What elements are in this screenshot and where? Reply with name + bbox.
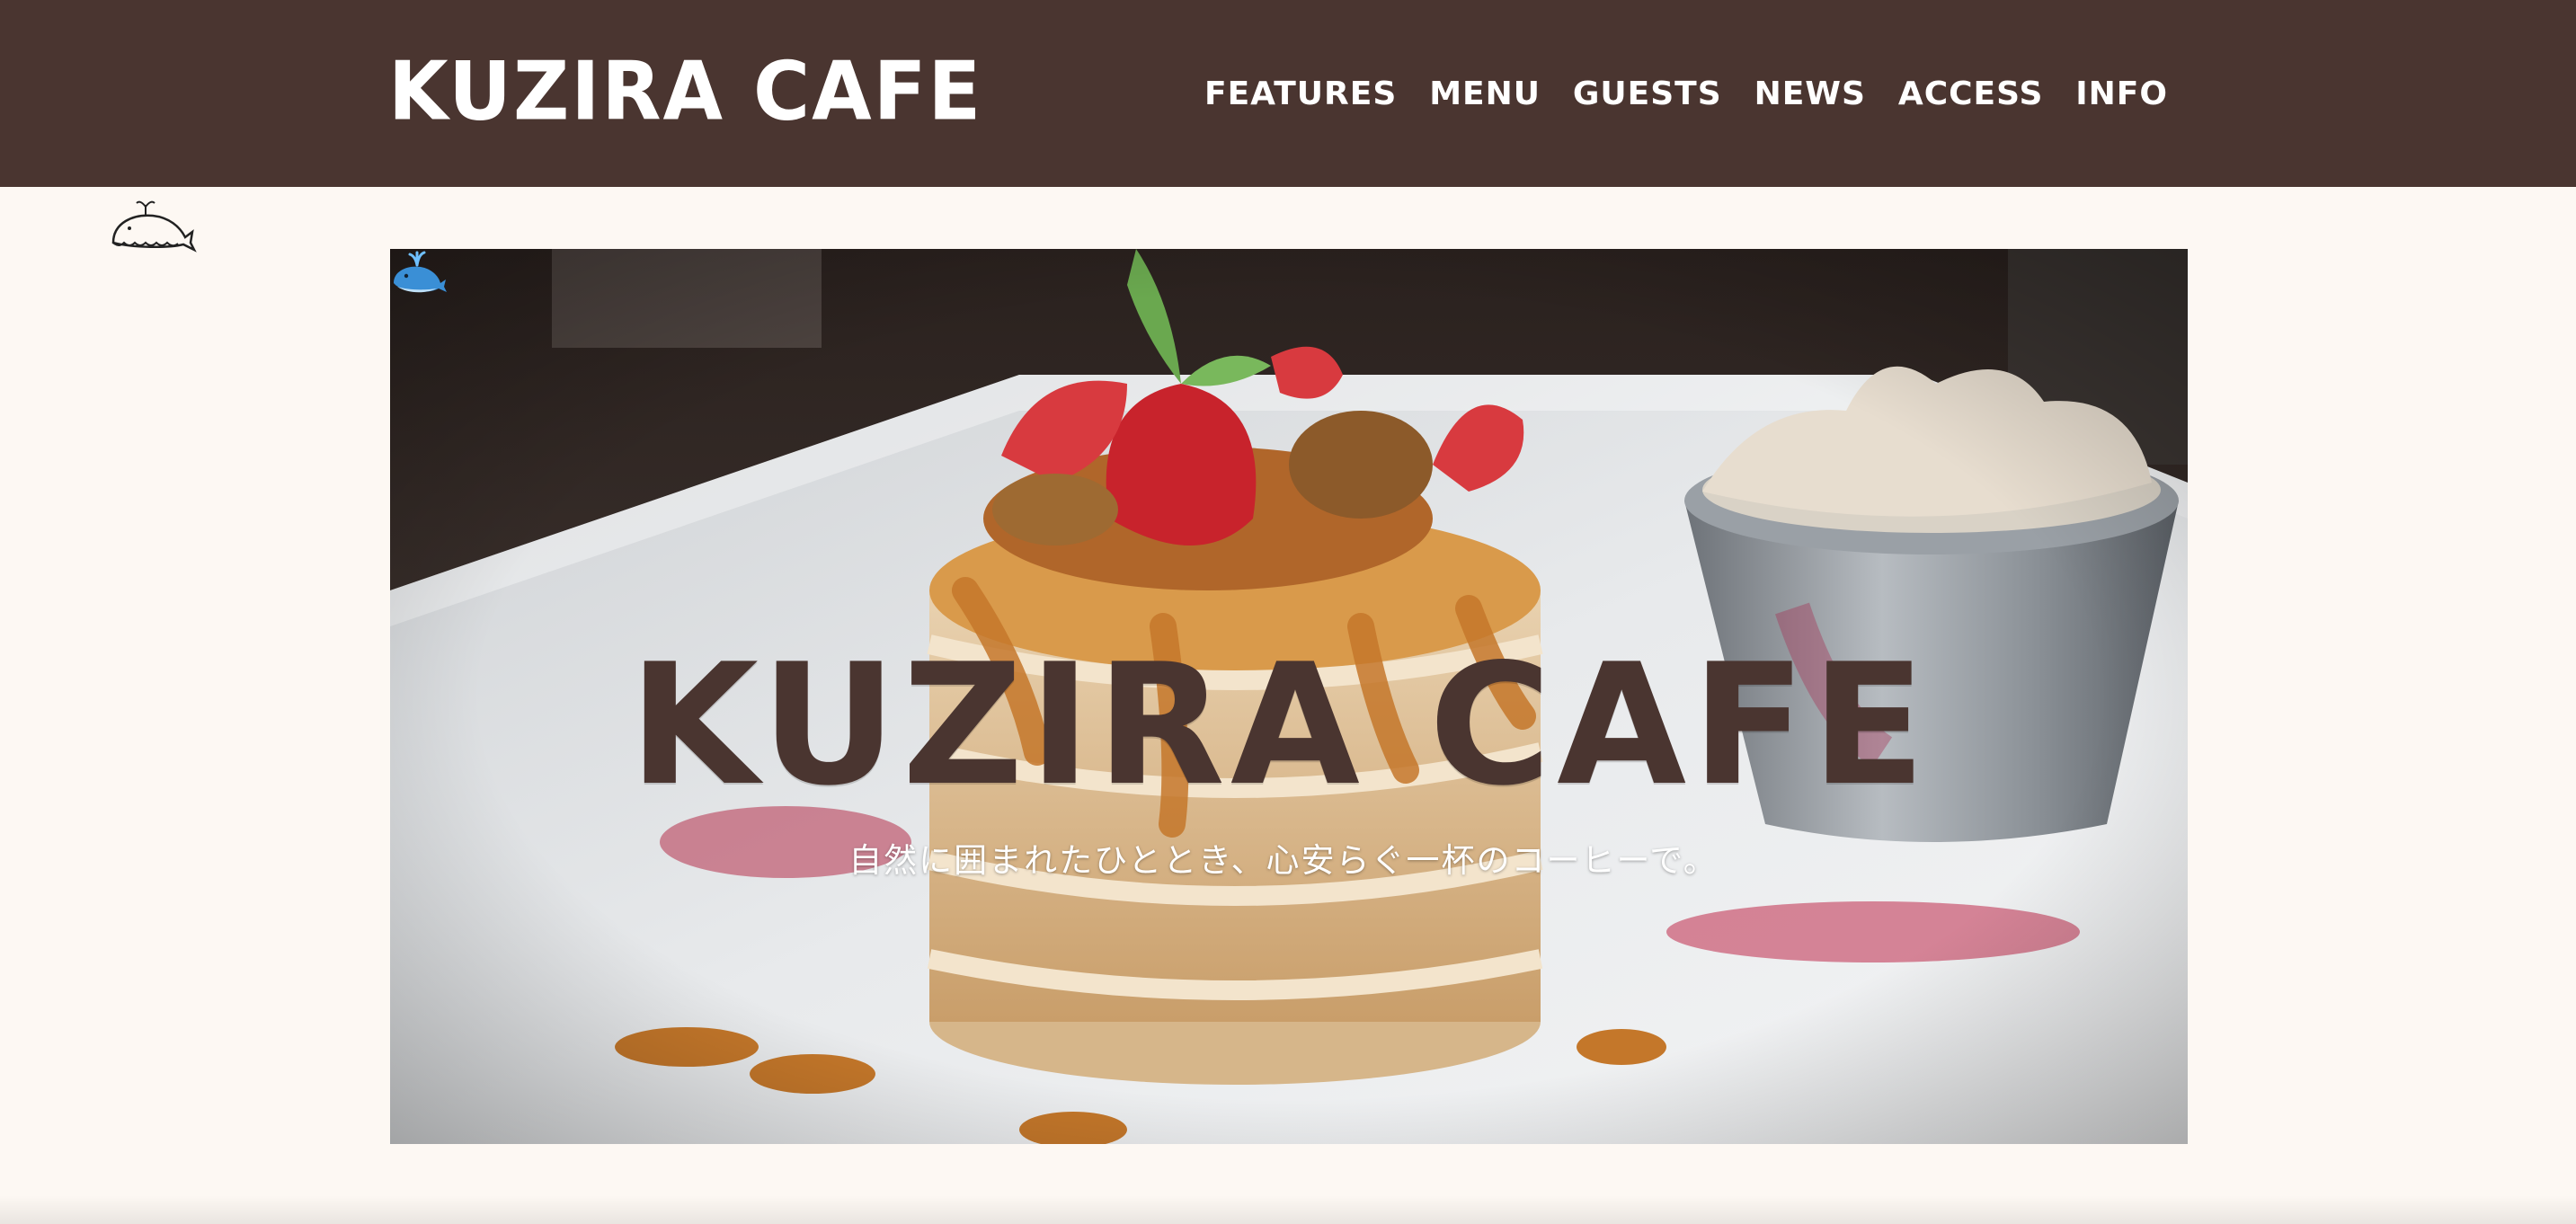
site-header: KUZIRA CAFE FEATURES MENU GUESTS NEWS AC… [0, 0, 2576, 187]
hero-tagline: 自然に囲まれたひととき、心安らぐ一杯のコーヒーで。 [848, 841, 1719, 880]
site-logo[interactable]: KUZIRA CAFE [388, 45, 982, 139]
section-divider [0, 1195, 2576, 1224]
whale-icon [111, 200, 197, 253]
spouting-whale-icon [394, 251, 447, 293]
nav-guests[interactable]: GUESTS [1573, 75, 1722, 112]
hero-title: KUZIRA CAFE [628, 627, 1932, 822]
nav-menu[interactable]: MENU [1429, 75, 1541, 112]
hero-banner: KUZIRA CAFE 自然に囲まれたひととき、心安らぐ一杯のコーヒーで。 [390, 249, 2188, 1144]
nav-info[interactable]: INFO [2075, 75, 2168, 112]
nav-news[interactable]: NEWS [1754, 75, 1866, 112]
main-nav: FEATURES MENU GUESTS NEWS ACCESS INFO [1204, 72, 2168, 115]
nav-access[interactable]: ACCESS [1898, 75, 2044, 112]
nav-features[interactable]: FEATURES [1204, 75, 1397, 112]
